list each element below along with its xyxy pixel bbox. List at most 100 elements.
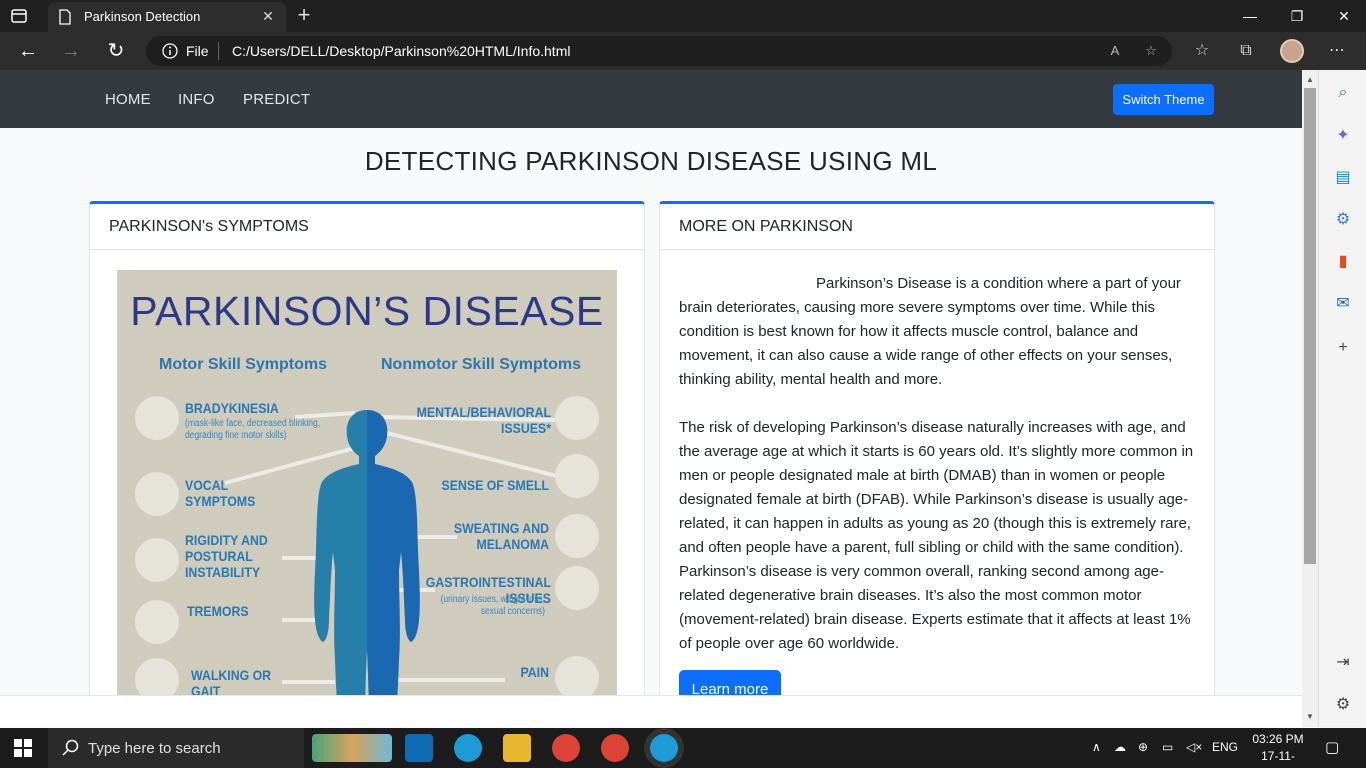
symptom-vocal: VOCAL SYMPTOMS — [185, 477, 256, 509]
tray-volume-icon[interactable]: ◁× — [1186, 740, 1202, 754]
symptoms-card-header: PARKINSON's SYMPTOMS — [90, 204, 644, 250]
shopping-icon[interactable]: ▤ — [1333, 168, 1353, 188]
taskbar-search[interactable]: Type here to search — [48, 728, 304, 768]
language-indicator[interactable]: ENG — [1212, 740, 1238, 754]
outlook-icon[interactable]: ✉ — [1333, 294, 1353, 314]
back-icon[interactable]: ← — [17, 40, 39, 62]
nav-predict-link[interactable]: PREDICT — [243, 91, 310, 108]
risk-paragraph: The risk of developing Parkinson’s disea… — [679, 419, 1194, 652]
intro-paragraph: Parkinson’s Disease is a condition where… — [679, 275, 1181, 388]
spine-icon — [135, 538, 179, 582]
scroll-up-icon[interactable]: ▲ — [1306, 76, 1314, 84]
symptom-smell: SENSE OF SMELL — [441, 477, 549, 493]
edge-sidebar: ⌕ ✦ ▤ ⚙ ▮ ✉ + ⇥ ⚙ — [1318, 70, 1366, 727]
parkinsons-infographic: PARKINSON’S DISEASE Motor Skill Symptoms… — [117, 270, 617, 695]
brain-icon — [555, 396, 599, 440]
symptom-sweating: SWEATING AND MELANOMA — [453, 520, 549, 552]
favorites-icon[interactable]: ☆ — [1192, 41, 1212, 61]
joint-icon — [555, 656, 599, 695]
address-divider — [218, 42, 219, 60]
tab-title: Parkinson Detection — [84, 9, 201, 24]
infographic-title: PARKINSON’S DISEASE — [130, 288, 604, 334]
refresh-icon[interactable]: ↻ — [105, 40, 127, 62]
symptom-walking: WALKING OR GAIT DIFFICULTIES — [191, 667, 272, 695]
edge-active-icon[interactable] — [650, 734, 678, 762]
address-bar-row: ← → ↻ File C:/Users/DELL/Desktop/Parkins… — [0, 32, 1366, 70]
taskbar-search-placeholder: Type here to search — [88, 740, 221, 757]
clock-date: 17-11-2022 — [1261, 749, 1295, 768]
face-icon — [135, 396, 179, 440]
site-navbar: HOME INFO PREDICT Switch Theme — [0, 70, 1302, 128]
chrome-icon[interactable] — [552, 734, 580, 762]
tools-icon[interactable]: ⚙ — [1333, 210, 1353, 230]
add-favorite-icon[interactable]: ☆ — [1142, 43, 1160, 61]
sidebar-settings-icon[interactable]: ⚙ — [1333, 695, 1353, 715]
site-info-icon[interactable] — [162, 43, 178, 59]
browser-tab[interactable]: Parkinson Detection ✕ — [48, 2, 286, 32]
motor-heading: Motor Skill Symptoms — [159, 356, 328, 373]
page-document-icon — [59, 9, 71, 25]
symptom-tremors: TREMORS — [187, 603, 249, 619]
legs-icon — [135, 658, 179, 695]
nav-info-link[interactable]: INFO — [178, 91, 215, 108]
close-window-icon[interactable]: ✕ — [1334, 6, 1354, 26]
more-on-parkinson-card: MORE ON PARKINSON Parkinson’s Disease is… — [659, 201, 1215, 695]
new-tab-button[interactable]: + — [292, 4, 316, 28]
symptom-gastrointestinal-note: (urinary issues, weight loss, sexual con… — [440, 594, 545, 617]
restore-icon[interactable]: ❐ — [1287, 6, 1307, 26]
address-scheme-label: File — [186, 43, 209, 59]
chrome-profile-icon[interactable] — [601, 734, 629, 762]
url-text[interactable]: C:/Users/DELL/Desktop/Parkinson%20HTML/I… — [232, 43, 570, 59]
tray-expand-icon[interactable]: ∧ — [1092, 740, 1101, 754]
symptom-pain: PAIN — [520, 664, 549, 680]
close-tab-icon[interactable]: ✕ — [260, 8, 276, 24]
add-sidebar-app-icon[interactable]: + — [1333, 338, 1353, 358]
skin-icon — [555, 514, 599, 558]
nav-home-link[interactable]: HOME — [105, 91, 151, 108]
tray-battery-icon[interactable]: ▭ — [1162, 740, 1173, 754]
symptom-mental: MENTAL/BEHAVIORAL ISSUES* — [416, 404, 551, 436]
edge-icon[interactable] — [454, 734, 482, 762]
nose-icon — [555, 454, 599, 498]
scroll-down-icon[interactable]: ▼ — [1306, 713, 1314, 721]
symptom-bradykinesia: BRADYKINESIA — [185, 400, 279, 416]
stomach-icon — [555, 566, 599, 610]
more-card-header: MORE ON PARKINSON — [660, 204, 1214, 250]
vscode-icon[interactable] — [405, 734, 433, 762]
forward-icon[interactable]: → — [60, 40, 82, 62]
clock-time: 03:26 PM — [1252, 732, 1304, 746]
windows-start-icon[interactable] — [14, 739, 32, 757]
hand-tremor-icon — [135, 600, 179, 644]
taskbar-clock[interactable]: 03:26 PM 17-11-2022 — [1250, 731, 1306, 768]
page-title: DETECTING PARKINSON DISEASE USING ML — [364, 146, 938, 176]
tray-network-icon[interactable]: ⊕ — [1138, 740, 1148, 754]
office-icon[interactable]: ▮ — [1333, 252, 1353, 272]
scrollbar-thumb[interactable] — [1304, 88, 1316, 564]
switch-theme-button[interactable]: Switch Theme — [1113, 84, 1214, 115]
profile-avatar[interactable] — [1280, 39, 1304, 63]
page-viewport: HOME INFO PREDICT Switch Theme DETECTING… — [0, 70, 1302, 695]
nonmotor-heading: Nonmotor Skill Symptoms — [381, 356, 582, 373]
settings-more-icon[interactable]: ⋯ — [1327, 41, 1347, 61]
symptom-rigidity: RIGIDITY AND POSTURAL INSTABILITY — [185, 532, 268, 580]
symptom-bradykinesia-note: (mask-like face, decreased blinking, deg… — [185, 418, 321, 441]
discover-icon[interactable]: ✦ — [1333, 126, 1353, 146]
page-scrollbar[interactable]: ▲ ▼ — [1302, 70, 1318, 727]
symptoms-card: PARKINSON's SYMPTOMS PARKINSON’S DISEASE… — [89, 201, 645, 695]
windows-taskbar: Type here to search ∧ ☁ ⊕ ▭ ◁× ENG 03:26… — [0, 728, 1366, 768]
search-icon[interactable]: ⌕ — [1333, 83, 1353, 103]
browser-tab-bar: Parkinson Detection ✕ + — ❐ ✕ — [0, 0, 1366, 32]
page-bottom-area — [0, 695, 1302, 727]
address-field[interactable]: File C:/Users/DELL/Desktop/Parkinson%20H… — [146, 36, 1172, 66]
tray-cloud-icon[interactable]: ☁ — [1114, 740, 1126, 754]
notifications-icon[interactable]: ▢ — [1325, 738, 1339, 756]
learn-more-button[interactable]: Learn more — [679, 670, 781, 695]
hide-sidebar-icon[interactable]: ⇥ — [1333, 653, 1353, 673]
file-explorer-icon[interactable] — [503, 734, 531, 762]
read-aloud-icon[interactable]: A — [1106, 43, 1124, 61]
collections-icon[interactable]: ⧉ — [1236, 41, 1256, 61]
minimize-icon[interactable]: — — [1240, 6, 1260, 26]
voice-icon — [135, 472, 179, 516]
tab-actions-icon[interactable] — [10, 7, 28, 25]
news-widget-icon[interactable] — [312, 734, 392, 762]
